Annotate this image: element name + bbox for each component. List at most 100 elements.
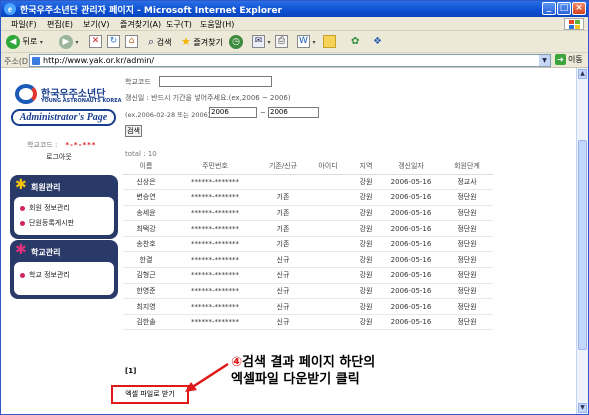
mail-dropdown-icon: ▾ bbox=[267, 39, 271, 46]
table-cell: 정단원 bbox=[441, 220, 493, 237]
pagination-page-1[interactable]: [1] bbox=[125, 367, 136, 375]
table-cell bbox=[305, 236, 351, 253]
period-label: 갱신일 : 반드시 기간을 넣어주세요.(ex,2006 ~ 2006) bbox=[125, 94, 291, 102]
search-submit-button[interactable]: 검색 bbox=[125, 125, 142, 137]
edit-button[interactable]: W ▾ bbox=[297, 34, 316, 50]
table-cell bbox=[305, 298, 351, 315]
table-cell: 2006-05-16 bbox=[381, 189, 441, 206]
school-panel-title: 학교관리 bbox=[31, 248, 61, 257]
sidebar-item-member-info[interactable]: 회원 정보관리 bbox=[14, 201, 114, 216]
table-cell: 강원 bbox=[351, 283, 381, 300]
scroll-down-icon[interactable]: ▼ bbox=[578, 403, 587, 413]
history-icon: ◷ bbox=[229, 34, 243, 49]
menu-file[interactable]: 파일(F) bbox=[11, 19, 37, 30]
column-header: 기존/신규 bbox=[261, 158, 305, 175]
mail-button[interactable]: ✉ ▾ bbox=[252, 34, 271, 50]
address-dropdown-icon[interactable]: ▼ bbox=[539, 55, 550, 66]
yak-logo[interactable]: 한국우주소년단 YOUNG ASTRONAUTS KOREA bbox=[15, 82, 122, 108]
table-cell bbox=[305, 314, 351, 331]
table-cell: 정단원 bbox=[441, 189, 493, 206]
mail-icon: ✉ bbox=[252, 35, 265, 48]
research-button[interactable]: ❖ bbox=[373, 34, 382, 50]
table-row: 김형근 ******-******* 신규 강원 2006-05-16 정단원 bbox=[123, 267, 493, 284]
messenger-button[interactable]: ✿ bbox=[351, 34, 359, 50]
search-button[interactable]: ⌕ 검색 bbox=[148, 34, 171, 50]
sidebar-item-member-board[interactable]: 단원등록게시판 bbox=[14, 216, 114, 231]
table-cell: 2006-05-16 bbox=[381, 236, 441, 253]
sidebar-item-label: 학교 정보관리 bbox=[29, 271, 70, 279]
sidebar-item-school-info[interactable]: 학교 정보관리 bbox=[14, 268, 114, 283]
table-cell: 신규 bbox=[261, 314, 305, 331]
history-button[interactable]: ◷ bbox=[229, 34, 243, 50]
table-cell: 정단원 bbox=[441, 267, 493, 284]
table-cell: 신규 bbox=[261, 298, 305, 315]
table-header-row: 이름 주민번호 기존/신규 아이디 지역 갱신일자 회원단계 bbox=[123, 158, 493, 175]
minimize-button[interactable]: _ bbox=[542, 2, 556, 15]
maximize-button[interactable]: □ bbox=[557, 2, 571, 15]
table-cell bbox=[305, 283, 351, 300]
scroll-up-icon[interactable]: ▲ bbox=[578, 69, 587, 79]
table-cell: 김형근 bbox=[123, 267, 169, 284]
back-button[interactable]: ◀ 뒤로 ▾ bbox=[6, 34, 43, 50]
members-panel-title: 회원관리 bbox=[31, 183, 61, 192]
table-cell: 기존 bbox=[261, 205, 305, 222]
logout-link[interactable]: 로그아웃 bbox=[46, 152, 72, 162]
discuss-button[interactable] bbox=[323, 34, 336, 50]
table-cell: 신규 bbox=[261, 267, 305, 284]
menu-edit[interactable]: 편집(E) bbox=[47, 19, 73, 30]
back-arrow-icon: ◀ bbox=[6, 34, 20, 49]
word-edit-icon: W bbox=[297, 35, 310, 48]
period-to-input[interactable]: 2006 bbox=[268, 107, 319, 118]
table-cell: ******-******* bbox=[169, 205, 261, 222]
menu-tools[interactable]: 도구(T) bbox=[166, 19, 192, 30]
table-cell bbox=[305, 267, 351, 284]
home-button[interactable]: ⌂ bbox=[125, 34, 138, 50]
menu-favorites[interactable]: 즐겨찾기(A) bbox=[120, 19, 161, 30]
table-cell: 강원 bbox=[351, 251, 381, 269]
table-cell: 정단원 bbox=[441, 205, 493, 222]
results-total: total : 10 bbox=[125, 150, 157, 158]
sidebar-school-code-value: *-*-*** bbox=[65, 141, 97, 149]
table-cell: 변승연 bbox=[123, 189, 169, 206]
scrollbar-thumb[interactable] bbox=[578, 140, 587, 350]
table-cell: 정단원 bbox=[441, 251, 493, 269]
print-button[interactable]: ⎙ bbox=[275, 34, 288, 50]
stop-button[interactable]: ✕ bbox=[89, 34, 102, 50]
table-cell bbox=[261, 174, 305, 191]
refresh-button[interactable]: ↻ bbox=[107, 34, 120, 50]
excel-download-link[interactable]: 엑셀 파일로 받기 bbox=[111, 385, 189, 404]
table-cell: 강원 bbox=[351, 298, 381, 315]
forward-button[interactable]: ▶ ▾ bbox=[59, 34, 79, 50]
back-dropdown-icon: ▾ bbox=[39, 39, 43, 46]
go-button[interactable]: ➜ 이동 bbox=[555, 54, 583, 65]
close-button[interactable]: × bbox=[572, 2, 586, 15]
vertical-scrollbar[interactable]: ▲ ▼ bbox=[576, 68, 588, 414]
menu-bar: 파일(F) 편집(E) 보기(V) 즐겨찾기(A) 도구(T) 도움말(H) bbox=[1, 17, 588, 31]
star-icon: ★ bbox=[181, 35, 191, 48]
menu-view[interactable]: 보기(V) bbox=[83, 19, 109, 30]
period-from-input[interactable]: 2006 bbox=[209, 107, 257, 118]
table-row: 김한솔 ******-******* 신규 강원 2006-05-16 정단원 bbox=[123, 314, 493, 331]
page-content: 한국우주소년단 YOUNG ASTRONAUTS KOREA Administr… bbox=[1, 68, 576, 414]
table-cell: ******-******* bbox=[169, 267, 261, 284]
table-cell: 강원 bbox=[351, 267, 381, 284]
table-cell: 2006-05-16 bbox=[381, 267, 441, 284]
table-row: 최택강 ******-******* 기존 강원 2006-05-16 정단원 bbox=[123, 220, 493, 237]
table-cell: 최택강 bbox=[123, 220, 169, 237]
table-cell bbox=[305, 205, 351, 222]
table-cell: 기존 bbox=[261, 236, 305, 253]
address-input[interactable]: http://www.yak.or.kr/admin/ ▼ bbox=[29, 54, 551, 67]
table-cell: 송찬호 bbox=[123, 236, 169, 253]
sidebar-school-code-label: 학교코드 : bbox=[27, 141, 58, 149]
table-cell: 강원 bbox=[351, 189, 381, 206]
table-cell: 2006-05-16 bbox=[381, 283, 441, 300]
folder-icon bbox=[323, 35, 336, 48]
menu-help[interactable]: 도움말(H) bbox=[200, 19, 234, 30]
table-row: 한영준 ******-******* 신규 강원 2006-05-16 정단원 bbox=[123, 283, 493, 300]
table-cell: 정단원 bbox=[441, 298, 493, 315]
school-code-input[interactable] bbox=[159, 76, 272, 87]
windows-logo-icon bbox=[564, 18, 584, 30]
callout-arrow bbox=[185, 362, 229, 392]
table-cell: 기존 bbox=[261, 220, 305, 237]
favorites-button[interactable]: ★ 즐겨찾기 bbox=[181, 34, 223, 50]
